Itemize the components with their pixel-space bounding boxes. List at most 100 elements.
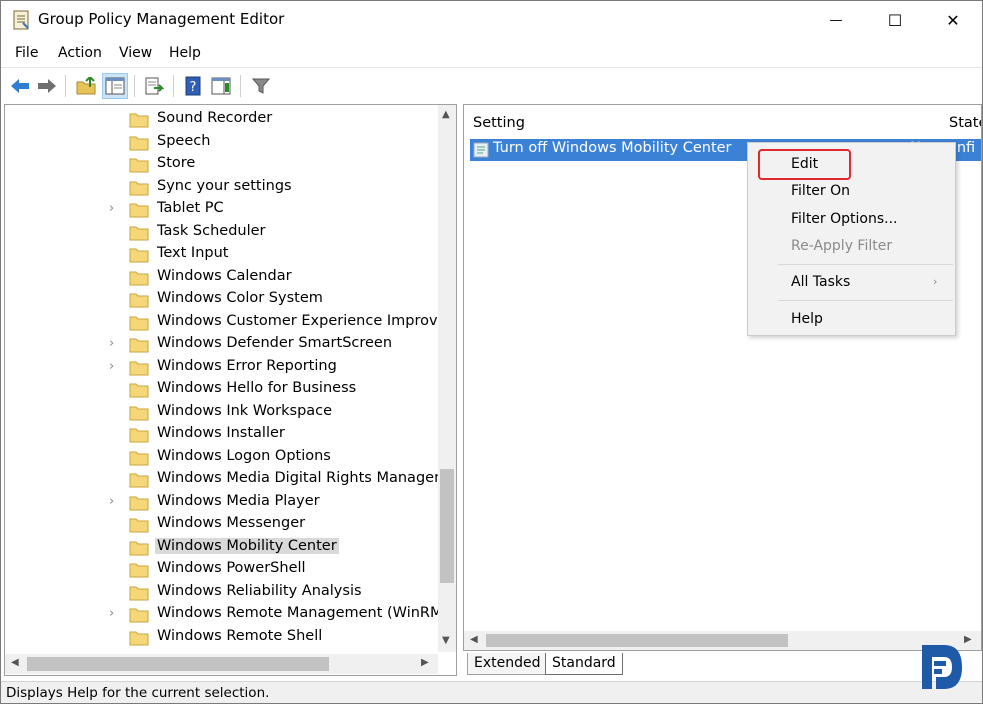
folder-icon [129,361,149,375]
folder-icon [129,563,149,578]
up-one-level-button[interactable] [73,73,99,99]
folder-icon [129,136,149,150]
tree-item[interactable]: Windows Messenger [5,514,437,536]
tree-item-label: Windows Logon Options [157,447,331,464]
scroll-left-arrow-icon[interactable]: ◀ [11,657,19,668]
tree-item-label: Windows Defender SmartScreen [157,335,393,351]
tree-item[interactable]: Windows Media Digital Rights Managemen [5,469,456,491]
tab-standard[interactable]: Standard [545,653,623,675]
back-button[interactable] [7,73,33,99]
scroll-right-arrow-icon[interactable]: ▶ [421,657,429,668]
context-menu-separator [778,300,953,301]
scroll-up-arrow-icon[interactable]: ▲ [442,109,450,120]
tree-item-label: Windows Media Player [157,492,320,509]
tree-item-label: Windows Mobility Center [155,537,339,554]
details-horizontal-scroll-thumb[interactable] [486,634,788,647]
up-folder-icon [76,77,96,95]
status-bar: Displays Help for the current selection. [1,681,982,703]
menu-file[interactable]: File [15,45,38,61]
tree-item-label: Speech [157,132,211,149]
context-menu-all-tasks[interactable]: All Tasks › [748,271,955,295]
maximize-icon: ☐ [887,10,903,30]
tree-item[interactable]: › Windows Media Player [5,492,437,514]
tree-item-label: Windows Customer Experience Improvemer [157,312,457,329]
back-arrow-icon [11,79,29,93]
tree-item[interactable]: Windows Mobility Center [5,537,437,559]
maximize-button[interactable]: ☐ [866,1,924,39]
tree-item[interactable]: Windows Reliability Analysis [5,582,437,604]
menu-view[interactable]: View [119,45,152,61]
tree-item[interactable]: Sync your settings [5,177,437,199]
status-text: Displays Help for the current selection. [6,685,270,701]
console-tree-pane[interactable]: Sound Recorder Speech Store Sync your setti… [4,104,457,676]
context-menu-filter-on[interactable]: Filter On [748,180,955,204]
tree-item[interactable]: Windows Installer [5,424,437,446]
minimize-icon: — [829,12,843,28]
tree-item-label: Windows Ink Workspace [157,402,333,419]
tree-item[interactable]: Windows Hello for Business [5,379,437,401]
tree-item[interactable]: Windows Remote Shell [5,627,437,649]
minimize-button[interactable]: — [807,1,865,39]
folder-icon [129,541,149,555]
folder-icon [129,316,149,330]
expand-chevron-icon[interactable]: › [109,336,114,351]
expand-chevron-icon[interactable]: › [109,494,114,509]
help-button[interactable]: ? [180,73,206,99]
folder-icon [129,271,149,285]
tree-item[interactable]: Text Input [5,244,437,266]
column-header-setting[interactable]: Setting [473,115,525,131]
tree-item[interactable]: Sound Recorder [5,109,437,131]
policy-setting-icon [473,142,489,158]
tree-item[interactable]: Task Scheduler [5,222,437,244]
tree-item[interactable]: › Windows Remote Management (WinRM) [5,604,448,626]
tree-horizontal-scrollbar[interactable]: ◀ ▶ [5,654,438,674]
tree-item[interactable]: Windows PowerShell [5,559,437,581]
folder-icon [129,383,149,398]
tree-item[interactable]: Windows Customer Experience Improvemer [5,312,456,334]
submenu-arrow-icon: › [933,275,938,288]
context-menu-filter-on-label: Filter On [791,183,851,199]
menu-action[interactable]: Action [58,45,102,61]
scroll-down-arrow-icon[interactable]: ▼ [442,635,450,646]
tree-item[interactable]: Windows Color System [5,289,437,311]
tree-item[interactable]: Windows Logon Options [5,447,437,469]
folder-icon [129,518,149,533]
tree-item[interactable]: › Windows Defender SmartScreen [5,334,437,356]
expand-chevron-icon[interactable]: › [109,606,114,621]
expand-chevron-icon[interactable]: › [109,359,114,374]
show-hide-console-tree-button[interactable] [102,73,128,99]
scroll-left-arrow-icon[interactable]: ◀ [470,634,478,645]
folder-icon [129,158,149,173]
tab-extended[interactable]: Extended [467,653,548,675]
close-button[interactable]: ✕ [924,1,982,39]
edit-highlight-box [758,149,851,180]
filter-button[interactable] [248,73,274,99]
context-menu-reapply-filter-label: Re-Apply Filter [791,238,893,254]
tree-item[interactable]: Windows Calendar [5,267,437,289]
forward-arrow-icon [38,79,56,93]
tree-item-label: Sync your settings [157,177,292,194]
tree-item[interactable]: Windows Ink Workspace [5,402,437,424]
export-list-button[interactable] [141,73,167,99]
context-menu-help[interactable]: Help [748,308,955,332]
menu-help[interactable]: Help [169,45,201,61]
tree-horizontal-scroll-thumb[interactable] [27,657,329,671]
tree-item[interactable]: Speech [5,132,437,154]
show-hide-action-pane-button[interactable] [208,73,234,99]
tree-item[interactable]: › Tablet PC [5,199,437,221]
tree-vertical-scrollbar[interactable]: ▲ ▼ [438,105,456,652]
expand-chevron-icon[interactable]: › [109,201,114,216]
tree-item[interactable]: › Windows Error Reporting [5,357,437,379]
details-horizontal-scrollbar[interactable]: ◀ ▶ [464,631,981,650]
tree-item-label: Tablet PC [157,200,224,216]
tree-vertical-scroll-thumb[interactable] [440,469,454,583]
forward-button[interactable] [34,73,60,99]
tree-item-label: Windows Media Digital Rights Managemen [157,470,457,486]
title-bar[interactable]: Group Policy Management Editor — ☐ ✕ [1,1,982,39]
column-header-state[interactable]: State [949,115,981,131]
toolbar: ? [1,67,982,103]
folder-icon [129,406,149,420]
tree-item[interactable]: Store [5,154,437,176]
view-tabs: Extended Standard [465,653,765,677]
context-menu-filter-options[interactable]: Filter Options... [748,208,955,232]
